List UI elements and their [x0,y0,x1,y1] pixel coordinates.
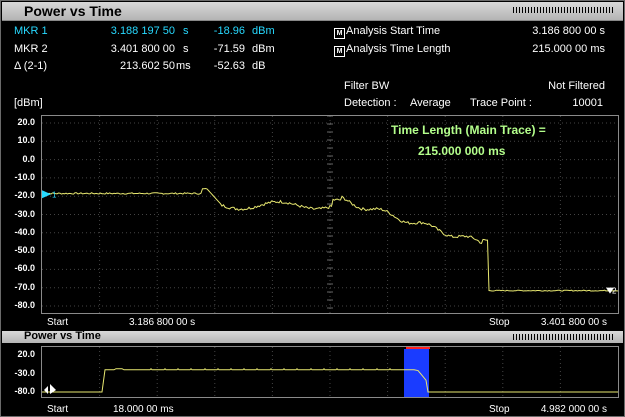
overview-stop-label: Stop [489,404,510,415]
overview-start-value: 18.000 00 ms [113,404,174,415]
main-y-tick-label: -30.0 [14,208,35,219]
overview-marker-icon [44,386,48,394]
delta-marker-time-unit: ms [176,60,191,72]
main-y-tick-label: -60.0 [14,263,35,274]
analysis-range-bar [406,347,430,349]
analysis-start-time-text: Analysis Start Time [346,25,441,37]
trace-point-value: 10001 [572,97,603,109]
analysis-time-length-text: Analysis Time Length [346,43,451,55]
titlebar-grip-icon[interactable] [513,7,613,13]
analysis-range-highlight [404,349,429,397]
main-y-tick-label: -80.0 [14,300,35,310]
main-stop-value: 3.401 800 00 s [540,317,607,328]
app-window: Power vs Time MKR 1 3.188 197 50 s -18.9… [0,0,625,417]
marker-2-name[interactable]: MKR 2 [14,43,48,56]
analysis-start-time-value: 3.186 800 00 s [532,25,605,37]
overview-plot-svg [42,347,618,397]
delta-marker-name[interactable]: Δ (2-1) [14,60,47,73]
marker-2-glyph: 2 [612,287,617,296]
main-start-value: 3.186 800 00 s [129,317,196,328]
marker-2-level-unit: dBm [252,43,275,55]
main-y-tick-label: -50.0 [14,245,35,256]
overview-y-tick-label: -30.0 [14,367,35,378]
overview-titlebar: Power vs Time [2,330,623,343]
main-y-tick-label: 0.0 [22,153,35,164]
time-length-annotation-line2: 215.000 000 ms [418,144,506,158]
overview-trace-line [42,367,618,393]
window-title: Power vs Time [24,3,122,19]
overview-y-tick-label: 20.0 [17,349,35,359]
detection-value: Average [410,97,451,109]
main-plot-svg: 12 [42,116,618,313]
marker-1-glyph: 1 [52,190,57,199]
main-y-tick-label: -70.0 [14,281,35,292]
main-plot[interactable]: 12 [41,115,619,314]
analysis-time-length-value: 215.000 00 ms [532,43,605,55]
main-trace-m-icon: M [334,46,345,57]
marker-1-name[interactable]: MKR 1 [14,25,48,38]
marker-2-time: 3.401 800 00 [110,43,175,55]
trace-point-label: Trace Point : [470,97,532,109]
marker-1-level-unit: dBm [252,25,275,37]
marker-1-level: -18.96 [213,25,245,37]
delta-marker-level-unit: dB [252,60,266,72]
detection-label: Detection : [344,97,397,109]
filter-bw-label: Filter BW [344,80,390,92]
analysis-time-length-label[interactable]: M Analysis Time Length [334,43,451,57]
overview-start-label: Start [47,404,69,415]
marker-1-time: 3.188 197 50 [110,25,175,37]
overview-grip-icon[interactable] [513,334,613,340]
overview-stop-value: 4.982 000 00 s [540,404,607,415]
overview-title: Power vs Time [24,330,101,342]
window-titlebar: Power vs Time [2,2,623,21]
analysis-start-time-label[interactable]: M Analysis Start Time [334,25,440,39]
main-y-tick-label: -10.0 [14,171,35,182]
main-y-tick-label: 10.0 [17,135,35,146]
main-start-label: Start [47,317,69,328]
delta-marker-time: 213.602 50 [119,60,175,72]
main-y-tick-label: -20.0 [14,190,35,201]
filter-bw-value: Not Filtered [548,80,605,92]
overview-plot[interactable] [41,346,619,398]
time-length-annotation-line1: Time Length (Main Trace) = [391,123,546,137]
main-trace-m-icon: M [334,28,345,39]
main-y-tick-label: 20.0 [17,117,35,127]
overview-y-tick-label: -80.0 [14,386,35,396]
delta-marker-level: -52.63 [213,60,245,72]
marker-1-icon [42,190,51,199]
main-stop-label: Stop [489,317,510,328]
marker-2-level: -71.59 [213,43,245,55]
main-y-tick-label: -40.0 [14,226,35,237]
marker-1-time-unit: s [183,25,189,37]
y-unit-label: [dBm] [14,97,43,109]
marker-2-time-unit: s [183,43,189,55]
